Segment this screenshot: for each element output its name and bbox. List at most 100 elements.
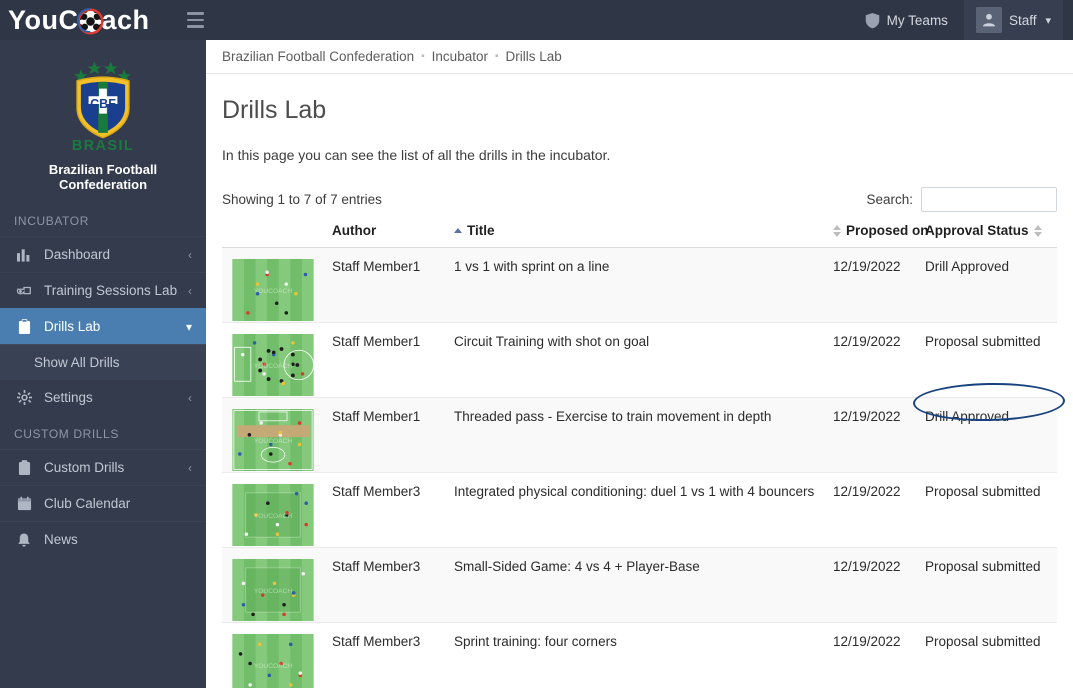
column-header-author[interactable]: Author xyxy=(332,223,454,248)
user-menu-button[interactable]: Staff ▾ xyxy=(963,0,1063,40)
table-row[interactable]: YOUCOACH Staff Member1 Circuit Training wi… xyxy=(222,322,1057,398)
table-header-row: Author Title Proposed on Approval Status xyxy=(222,223,1057,248)
hamburger-bar xyxy=(186,18,204,22)
chevron-down-icon: ▾ xyxy=(185,319,192,334)
cell-thumbnail[interactable]: YOUCOACH xyxy=(222,322,332,398)
chevron-left-icon: ‹ xyxy=(188,283,192,298)
clipboard-icon xyxy=(14,459,34,476)
app-root: YouC ach My Teams Staff ▾ CBF BRASIL Bra… xyxy=(0,0,1073,688)
sort-ascending-icon xyxy=(454,228,462,233)
table-head: Author Title Proposed on Approval Status xyxy=(222,223,1057,248)
sidebar-item-label: Training Sessions Lab xyxy=(44,283,178,298)
cell-approval-status: Drill Approved xyxy=(925,397,1057,473)
table-row[interactable]: YOUCOACH Staff Member1 Threaded pass - Exe… xyxy=(222,397,1057,473)
cell-proposed-on: 12/19/2022 xyxy=(833,397,925,473)
pitch-thumbnail: YOUCOACH xyxy=(232,634,314,688)
app-logo-text-pre: YouC xyxy=(8,4,79,35)
sidebar-item-news[interactable]: News xyxy=(0,521,206,557)
sidebar-item-club-calendar[interactable]: Club Calendar xyxy=(0,485,206,521)
cbf-badge-text: CBF xyxy=(90,97,116,111)
club-name: Brazilian Football Confederation xyxy=(48,162,158,192)
cell-proposed-on: 12/19/2022 xyxy=(833,472,925,548)
sidebar-item-custom-drills[interactable]: Custom Drills ‹ xyxy=(0,449,206,485)
top-header-bar: YouC ach My Teams Staff ▾ xyxy=(0,0,1073,40)
svg-text:YOUCOACH: YOUCOACH xyxy=(254,513,292,520)
sidebar-item-drills-lab[interactable]: Drills Lab ▾ xyxy=(0,308,206,344)
sidebar-item-label: Drills Lab xyxy=(44,319,101,334)
sidebar-item-settings[interactable]: Settings ‹ xyxy=(0,379,206,415)
cell-author: Staff Member3 xyxy=(332,472,454,548)
column-header-approval-status[interactable]: Approval Status xyxy=(925,223,1057,248)
column-header-title[interactable]: Title xyxy=(454,223,833,248)
breadcrumb-item-incubator[interactable]: Incubator xyxy=(432,49,488,64)
column-header-approval-status-label: Approval Status xyxy=(925,223,1029,238)
main-content: Brazilian Football Confederation ▪ Incub… xyxy=(206,40,1073,688)
cell-thumbnail[interactable]: YOUCOACH xyxy=(222,247,332,323)
table-row[interactable]: YOUCOACH Staff Member3 Integrated physical… xyxy=(222,472,1057,548)
sort-icon xyxy=(1033,224,1042,237)
pitch-thumbnail: YOUCOACH xyxy=(232,334,314,396)
entries-info: Showing 1 to 7 of 7 entries xyxy=(222,191,382,207)
cell-title: Threaded pass - Exercise to train moveme… xyxy=(454,397,833,473)
sidebar-section-custom-drills-label: CUSTOM DRILLS xyxy=(14,427,119,441)
chevron-left-icon: ‹ xyxy=(188,460,192,475)
cell-thumbnail[interactable]: YOUCOACH xyxy=(222,397,332,473)
sidebar-item-label: Dashboard xyxy=(44,247,111,262)
cell-author: Staff Member1 xyxy=(332,397,454,473)
pitch-thumbnail: YOUCOACH xyxy=(232,409,314,471)
header-actions: My Teams Staff ▾ xyxy=(853,0,1073,40)
table-row[interactable]: YOUCOACH Staff Member3 Sprint training: fo… xyxy=(222,622,1057,688)
cell-author: Staff Member1 xyxy=(332,247,454,323)
gear-icon xyxy=(14,390,34,405)
sidebar-item-label: Custom Drills xyxy=(44,460,125,475)
pitch-thumbnail: YOUCOACH xyxy=(232,259,314,321)
search-input[interactable] xyxy=(921,186,1057,212)
user-icon xyxy=(982,13,995,27)
page-title: Drills Lab xyxy=(222,96,327,124)
search-label: Search: xyxy=(866,191,913,207)
table-row[interactable]: YOUCOACH Staff Member1 1 vs 1 with sprint … xyxy=(222,247,1057,323)
cell-title: Circuit Training with shot on goal xyxy=(454,322,833,398)
calendar-icon xyxy=(14,496,34,511)
breadcrumb-item-drills-lab[interactable]: Drills Lab xyxy=(506,49,562,64)
cell-thumbnail[interactable]: YOUCOACH xyxy=(222,547,332,623)
page-body: Drills Lab In this page you can see the … xyxy=(206,74,1073,688)
cell-proposed-on: 12/19/2022 xyxy=(833,547,925,623)
breadcrumb-separator-icon: ▪ xyxy=(494,51,499,62)
clipboard-icon xyxy=(14,318,34,335)
svg-text:YOUCOACH: YOUCOACH xyxy=(254,363,292,370)
cell-thumbnail[interactable]: YOUCOACH xyxy=(222,622,332,688)
cell-proposed-on: 12/19/2022 xyxy=(833,247,925,323)
cell-approval-status: Proposal submitted xyxy=(925,622,1057,688)
sidebar-item-training-sessions-lab[interactable]: Training Sessions Lab ‹ xyxy=(0,272,206,308)
table-row[interactable]: YOUCOACH Staff Member3 Small-Sided Game: 4… xyxy=(222,547,1057,623)
search-control: Search: xyxy=(866,186,1057,212)
hamburger-icon[interactable] xyxy=(180,0,210,40)
cell-thumbnail[interactable]: YOUCOACH xyxy=(222,472,332,548)
my-teams-button[interactable]: My Teams xyxy=(853,0,960,40)
column-header-proposed-on[interactable]: Proposed on xyxy=(833,223,929,248)
cell-approval-status: Drill Approved xyxy=(925,247,1057,323)
breadcrumb-item-club[interactable]: Brazilian Football Confederation xyxy=(222,49,414,64)
chart-bar-icon xyxy=(14,248,34,262)
cell-author: Staff Member1 xyxy=(332,322,454,398)
user-name-label: Staff xyxy=(1008,12,1037,28)
hamburger-bar xyxy=(186,25,204,28)
app-logo[interactable]: YouC ach xyxy=(0,0,170,40)
pitch-thumbnail: YOUCOACH xyxy=(232,559,314,621)
cell-proposed-on: 12/19/2022 xyxy=(833,622,925,688)
cell-proposed-on: 12/19/2022 xyxy=(833,322,925,398)
app-logo-text-post: ach xyxy=(101,4,150,35)
svg-text:YOUCOACH: YOUCOACH xyxy=(254,438,292,445)
cell-title: Integrated physical conditioning: duel 1… xyxy=(454,472,833,548)
table-controls: Showing 1 to 7 of 7 entries Search: xyxy=(222,185,1057,213)
chevron-left-icon: ‹ xyxy=(188,247,192,262)
sidebar-item-show-all-drills[interactable]: Show All Drills xyxy=(0,344,206,379)
cell-author: Staff Member3 xyxy=(332,622,454,688)
table-body: YOUCOACH Staff Member1 1 vs 1 with sprint … xyxy=(222,247,1057,688)
cell-approval-status: Proposal submitted xyxy=(925,547,1057,623)
sidebar-item-dashboard[interactable]: Dashboard ‹ xyxy=(0,236,206,272)
whistle-icon xyxy=(14,284,34,298)
drills-table: Author Title Proposed on Approval Status… xyxy=(222,223,1057,688)
sidebar: CBF BRASIL Brazilian Football Confederat… xyxy=(0,40,206,688)
